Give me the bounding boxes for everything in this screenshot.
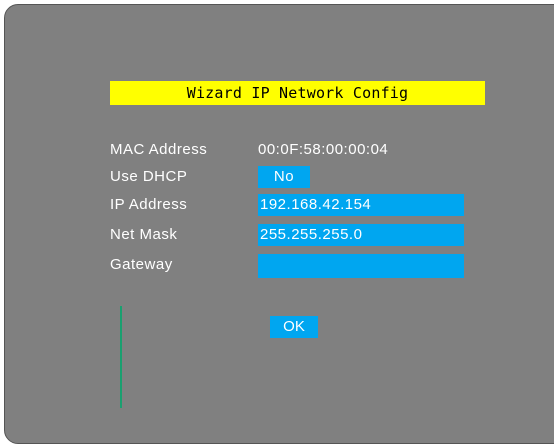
ip-address-field[interactable]: 192.168.42.154 [258, 194, 464, 216]
use-dhcp-label: Use DHCP [110, 168, 188, 185]
mac-address-value: 00:0F:58:00:00:04 [258, 141, 389, 158]
gateway-field[interactable] [258, 254, 464, 278]
gateway-label: Gateway [110, 256, 173, 273]
mac-address-label: MAC Address [110, 141, 208, 158]
net-mask-field[interactable]: 255.255.255.0 [258, 224, 464, 246]
ip-address-label: IP Address [110, 196, 188, 213]
use-dhcp-toggle[interactable]: No [258, 166, 310, 188]
cursor-line [120, 306, 122, 408]
ok-button[interactable]: OK [270, 316, 318, 338]
net-mask-label: Net Mask [110, 226, 178, 243]
dialog-title: Wizard IP Network Config [110, 81, 485, 105]
